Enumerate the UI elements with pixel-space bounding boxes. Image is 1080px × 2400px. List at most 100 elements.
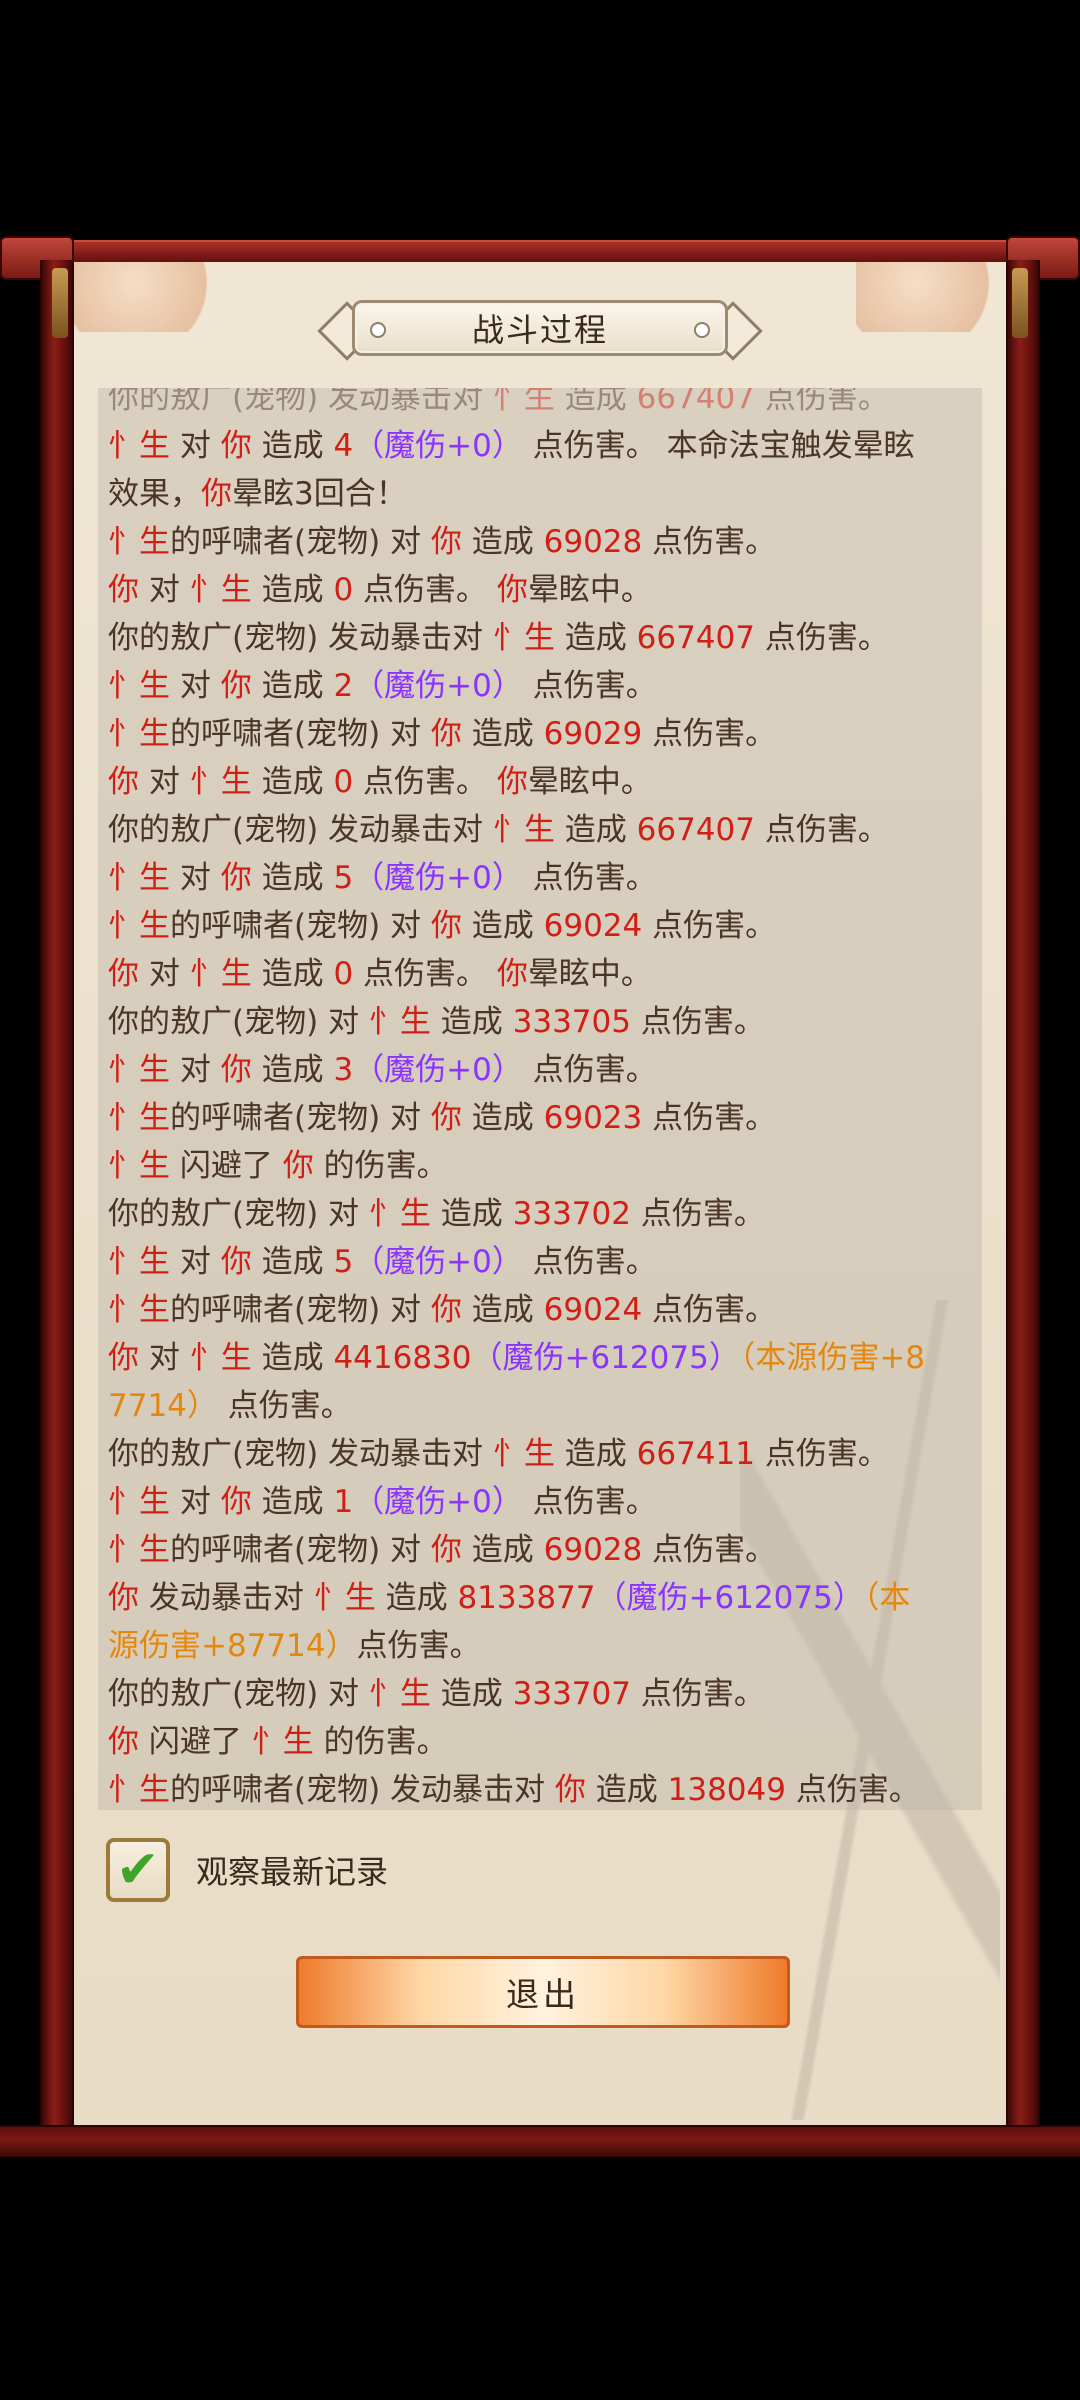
log-segment: 点伤害。 <box>754 388 889 416</box>
log-segment: 你的敖广(宠物) 对 <box>108 1676 369 1712</box>
log-segment: 你 <box>496 572 528 608</box>
title-plaque: 战斗过程 <box>312 296 768 361</box>
exit-button[interactable]: 退出 <box>296 1956 790 2028</box>
log-segment: 你的敖广(宠物) 对 <box>108 1004 369 1040</box>
log-segment: 忄生 <box>108 524 170 560</box>
log-segment: （魔伤+0） <box>353 1244 523 1280</box>
log-segment: 你 <box>108 572 139 608</box>
log-segment: 的伤害。 <box>313 1148 448 1184</box>
log-line: 你的敖广(宠物) 对 忄生 造成 333705 点伤害。 <box>108 998 974 1046</box>
log-line: 忄生的呼啸者(宠物) 对 你 造成 69024 点伤害。 <box>108 1286 974 1334</box>
log-segment: （魔伤+0） <box>353 1052 523 1088</box>
log-segment: （本 <box>863 1580 911 1616</box>
log-line: 源伤害+87714）点伤害。 <box>108 1622 974 1670</box>
log-segment: 8133877 <box>457 1580 596 1616</box>
log-segment: 3 <box>333 1052 354 1088</box>
log-segment: 你 <box>496 956 528 992</box>
log-segment: 造成 <box>461 524 544 560</box>
watch-latest-checkbox[interactable]: ✔ <box>106 1838 170 1902</box>
log-segment: 你 <box>220 1244 252 1280</box>
log-segment: （魔伤+612075） <box>595 1580 864 1616</box>
log-segment: 忄生 <box>492 620 555 656</box>
log-segment: （魔伤+0） <box>353 668 523 704</box>
log-line: 忄生 闪避了 你 的伤害。 <box>108 1142 974 1190</box>
log-segment: 造成 <box>554 620 637 656</box>
log-segment: 造成 <box>251 1052 334 1088</box>
plaque-dot-icon <box>694 322 710 338</box>
log-segment: 69024 <box>543 908 643 944</box>
log-segment: 你的敖广(宠物) 发动暴击对 <box>108 620 493 656</box>
log-segment: 源伤害+87714） <box>108 1628 357 1664</box>
log-segment: 点伤害。 <box>522 860 657 896</box>
log-segment: 造成 <box>461 908 544 944</box>
log-segment: 忄生 <box>108 716 170 752</box>
log-segment: 你 <box>430 1532 462 1568</box>
log-segment: 你 <box>108 1340 139 1376</box>
log-segment: 点伤害。 <box>642 524 777 560</box>
log-line: 忄生的呼啸者(宠物) 对 你 造成 69028 点伤害。 <box>108 1526 974 1574</box>
log-segment: 69028 <box>543 1532 643 1568</box>
log-line: 忄生 对 你 造成 5（魔伤+0） 点伤害。 <box>108 1238 974 1286</box>
log-segment: 忄生 <box>108 1484 170 1520</box>
log-segment: 667411 <box>636 1436 755 1472</box>
log-segment: 对 <box>139 1340 190 1376</box>
log-segment: 忄生 <box>108 428 170 464</box>
log-segment: 333707 <box>512 1676 631 1712</box>
log-segment: 点伤害。 <box>642 908 777 944</box>
log-segment: 4416830 <box>333 1340 472 1376</box>
log-segment: 对 <box>139 764 190 800</box>
log-segment: 造成 <box>251 956 334 992</box>
log-line: 你的敖广(宠物) 发动暴击对 忄生 造成 667407 点伤害。 <box>108 614 974 662</box>
log-segment: 造成 <box>251 572 334 608</box>
scroll-side-left <box>40 260 74 2130</box>
log-line: 你 对 忄生 造成 4416830（魔伤+612075）（本源伤害+8 <box>108 1334 974 1382</box>
log-segment: 你 <box>430 716 462 752</box>
log-segment: 你 <box>554 1772 586 1808</box>
log-segment: 7714） <box>108 1388 218 1424</box>
log-segment: 你的敖广(宠物) 发动暴击对 <box>108 812 493 848</box>
log-segment: 的呼啸者(宠物) 对 <box>170 1292 431 1328</box>
log-segment: 你 <box>201 476 232 512</box>
log-segment: 点伤害。 <box>522 1484 657 1520</box>
log-segment: （本源伤害+8 <box>739 1340 926 1376</box>
plaque-dot-icon <box>370 322 386 338</box>
watch-latest-row[interactable]: ✔ 观察最新记录 <box>106 1838 388 1902</box>
log-segment: 的呼啸者(宠物) 对 <box>170 908 431 944</box>
log-segment: 1 <box>333 1484 354 1520</box>
log-segment: 你 <box>430 1292 462 1328</box>
log-segment: 0 <box>333 572 354 608</box>
log-segment: 点伤害。 <box>642 716 777 752</box>
log-segment: 忄生 <box>108 668 170 704</box>
log-segment: 造成 <box>461 1532 544 1568</box>
log-segment: 你的敖广(宠物) 发动暴击对 <box>108 1436 493 1472</box>
log-segment: 造成 <box>554 1436 637 1472</box>
log-line: 你 对 忄生 造成 0 点伤害。 你晕眩中。 <box>108 758 974 806</box>
log-segment: 对 <box>170 860 221 896</box>
log-segment: 忄生 <box>108 1244 170 1280</box>
log-segment: 造成 <box>461 1292 544 1328</box>
log-segment: 忄生 <box>368 1196 431 1232</box>
log-segment: 的呼啸者(宠物) 对 <box>170 1100 431 1136</box>
log-segment: 你 <box>282 1148 314 1184</box>
log-segment: 69028 <box>543 524 643 560</box>
log-segment: 你 <box>108 1724 139 1760</box>
log-segment: 点伤害。 <box>754 812 889 848</box>
log-segment: 的呼啸者(宠物) 发动暴击对 <box>170 1772 555 1808</box>
battle-log[interactable]: 你的敖广(宠物) 发动暴击对 忄生 造成 667407 点伤害。 忄生 对 你 造… <box>98 388 982 1810</box>
log-segment: 点伤害。 <box>642 1100 777 1136</box>
scroll-side-right <box>1006 260 1040 2130</box>
log-segment: 忄生 <box>108 1292 170 1328</box>
log-segment: 造成 <box>554 812 637 848</box>
log-line: 忄生 对 你 造成 2（魔伤+0） 点伤害。 <box>108 662 974 710</box>
log-line: 忄生 对 你 造成 3（魔伤+0） 点伤害。 <box>108 1046 974 1094</box>
log-segment: 忄生 <box>189 764 252 800</box>
tassel-icon <box>52 268 68 338</box>
log-line: 你 对 忄生 造成 0 点伤害。 你晕眩中。 <box>108 950 974 998</box>
scroll-bottom-rod <box>0 2125 1080 2157</box>
log-segment: 造成 <box>251 1244 334 1280</box>
log-line: 忄生 对 你 造成 1（魔伤+0） 点伤害。 <box>108 1478 974 1526</box>
log-segment: 闪避了 <box>139 1724 252 1760</box>
log-segment: 5 <box>333 1244 354 1280</box>
log-segment: 忄生 <box>108 1052 170 1088</box>
log-segment: 忄生 <box>108 908 170 944</box>
